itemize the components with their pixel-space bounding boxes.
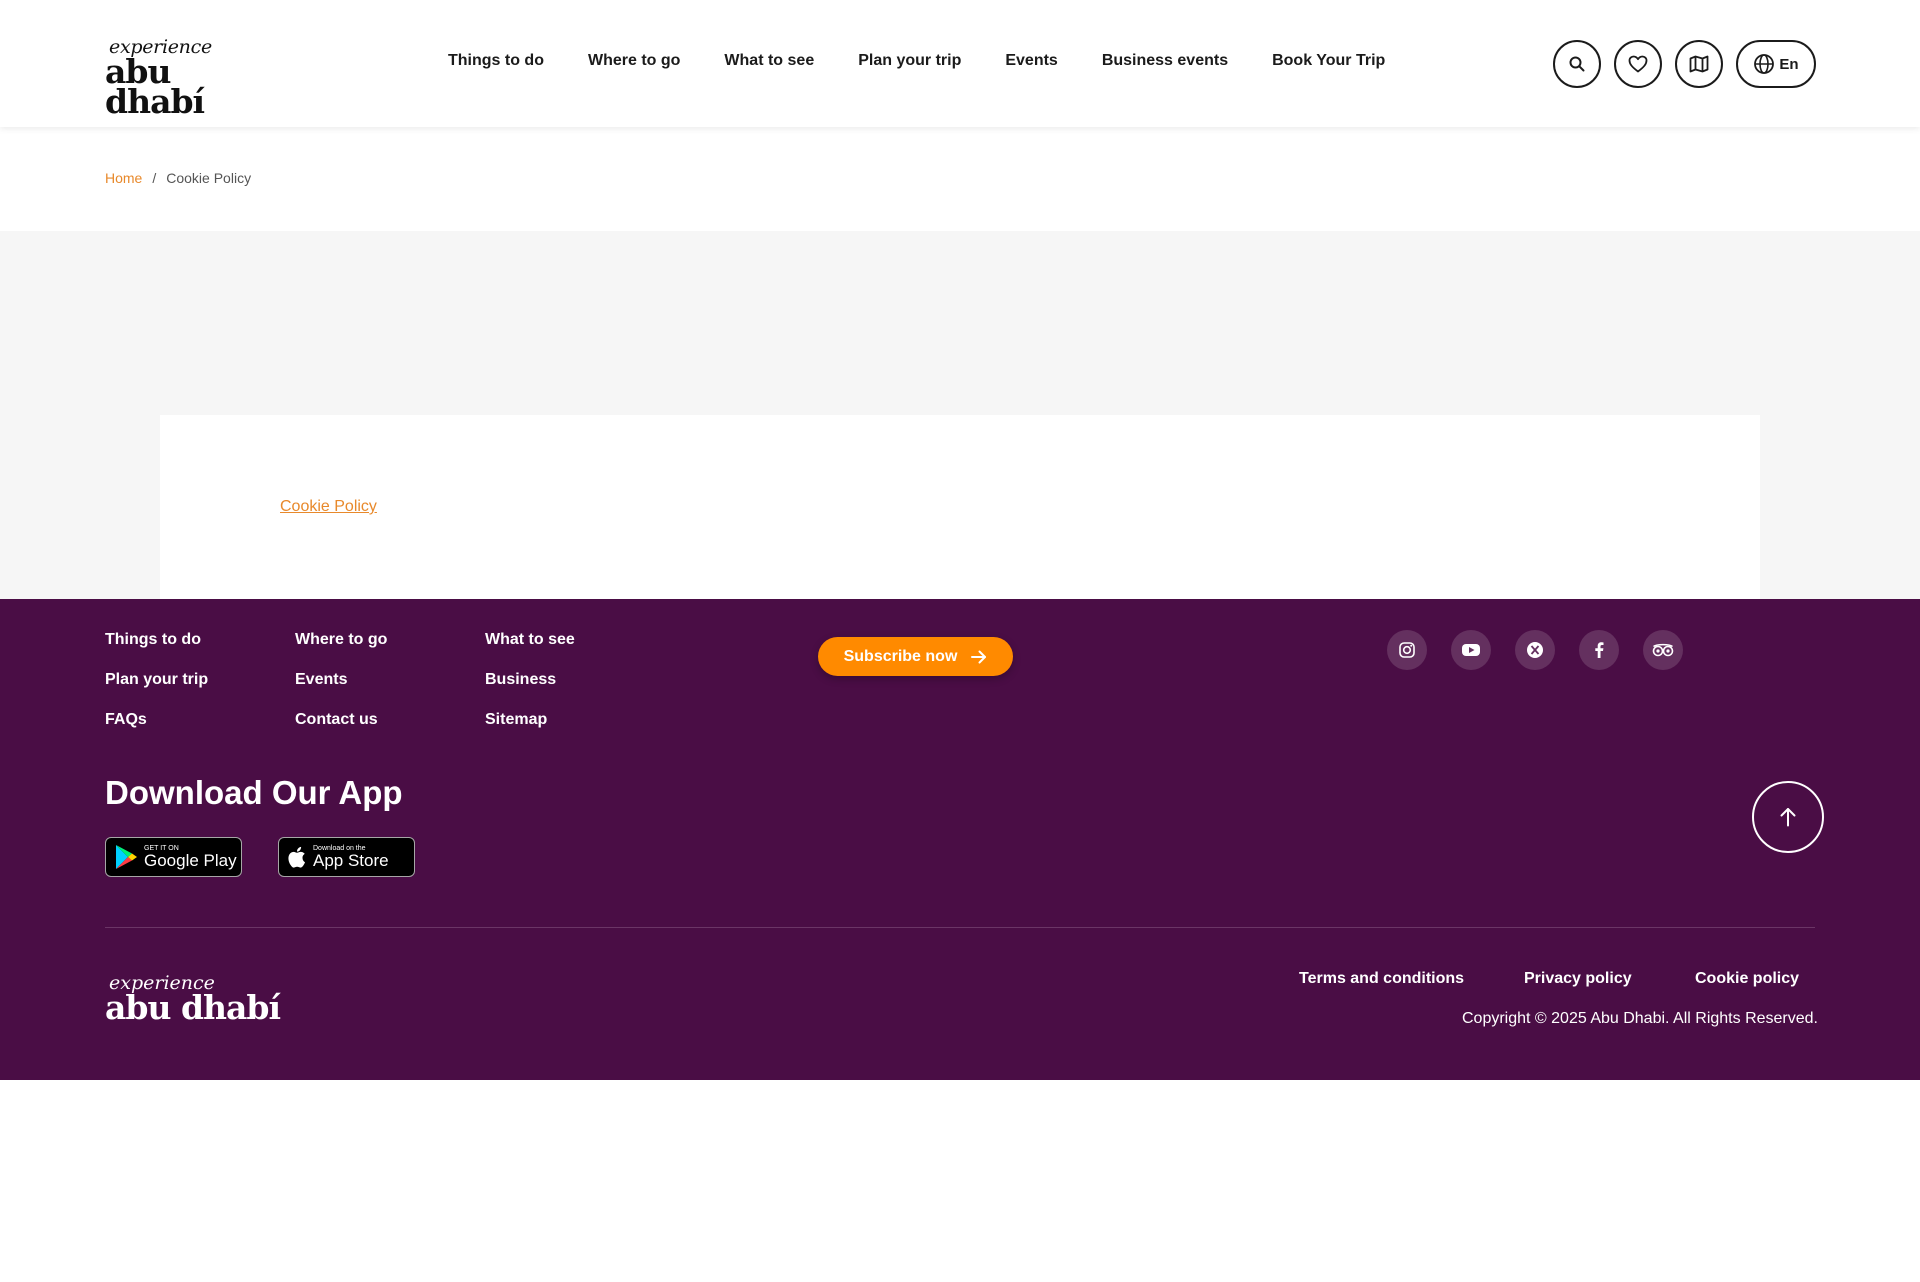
favorites-button[interactable] — [1614, 40, 1662, 88]
nav-where-to-go[interactable]: Where to go — [588, 52, 680, 70]
social-links — [1387, 630, 1683, 670]
apple-icon — [288, 846, 305, 868]
footer-link-faqs[interactable]: FAQs — [105, 711, 295, 729]
globe-icon — [1754, 54, 1775, 74]
footer-links: Things to do Where to go What to see Pla… — [105, 631, 675, 729]
google-play-line2: Google Play — [144, 851, 237, 870]
breadcrumb-separator: / — [152, 170, 157, 186]
map-icon — [1689, 55, 1709, 73]
footer-link-where-to-go[interactable]: Where to go — [295, 631, 485, 649]
footer-divider — [105, 927, 1815, 928]
facebook-icon — [1595, 642, 1604, 658]
youtube-icon — [1462, 644, 1480, 656]
nav-book-your-trip[interactable]: Book Your Trip — [1272, 52, 1385, 70]
tripadvisor-icon — [1652, 643, 1674, 657]
language-label: En — [1779, 55, 1799, 73]
map-button[interactable] — [1675, 40, 1723, 88]
facebook-link[interactable] — [1579, 630, 1619, 670]
footer-link-contact-us[interactable]: Contact us — [295, 711, 485, 729]
app-store-badge[interactable]: Download on the App Store — [278, 837, 415, 877]
nav-plan-your-trip[interactable]: Plan your trip — [858, 52, 961, 70]
nav-what-to-see[interactable]: What to see — [724, 52, 814, 70]
tripadvisor-link[interactable] — [1643, 630, 1683, 670]
breadcrumb-current: Cookie Policy — [166, 170, 252, 186]
footer-link-sitemap[interactable]: Sitemap — [485, 711, 675, 729]
subscribe-button[interactable]: Subscribe now — [818, 637, 1013, 676]
download-app-heading: Download Our App — [105, 774, 403, 811]
heart-icon — [1628, 55, 1648, 73]
content-card: Cookie Policy — [160, 415, 1760, 599]
language-button[interactable]: En — [1736, 40, 1816, 88]
nav-things-to-do[interactable]: Things to do — [448, 52, 544, 70]
footer-link-business[interactable]: Business — [485, 671, 675, 689]
breadcrumb: Home / Cookie Policy — [105, 170, 251, 186]
site-footer: Things to do Where to go What to see Pla… — [0, 599, 1920, 1080]
instagram-icon — [1399, 642, 1415, 658]
google-play-icon — [116, 845, 137, 869]
header-actions: En — [1553, 40, 1816, 88]
x-link[interactable] — [1515, 630, 1555, 670]
x-icon — [1527, 642, 1543, 658]
terms-link[interactable]: Terms and conditions — [1299, 970, 1464, 988]
site-header: experience abu dhabí Things to do Where … — [0, 0, 1920, 127]
privacy-link[interactable]: Privacy policy — [1524, 970, 1632, 988]
breadcrumb-home[interactable]: Home — [105, 170, 142, 186]
footer-link-things-to-do[interactable]: Things to do — [105, 631, 295, 649]
footer-link-events[interactable]: Events — [295, 671, 485, 689]
arrow-right-icon — [971, 650, 987, 663]
footer-logo-big-text: abu dhabí — [105, 988, 281, 1027]
nav-events[interactable]: Events — [1005, 52, 1057, 70]
copyright-text: Copyright © 2025 Abu Dhabi. All Rights R… — [1462, 1010, 1818, 1027]
arrow-up-icon — [1780, 808, 1796, 827]
site-logo[interactable]: experience abu dhabí — [105, 38, 275, 119]
footer-logo[interactable]: experience abu dhabí — [105, 974, 281, 1027]
cookie-policy-link[interactable]: Cookie Policy — [280, 498, 377, 516]
footer-link-plan-your-trip[interactable]: Plan your trip — [105, 671, 295, 689]
search-icon — [1569, 56, 1585, 72]
back-to-top-button[interactable] — [1752, 781, 1824, 853]
google-play-badge[interactable]: GET IT ON Google Play — [105, 837, 242, 877]
search-button[interactable] — [1553, 40, 1601, 88]
app-store-line2: App Store — [313, 851, 389, 870]
youtube-link[interactable] — [1451, 630, 1491, 670]
nav-business-events[interactable]: Business events — [1102, 52, 1228, 70]
logo-big-text: abu dhabí — [105, 52, 205, 121]
cookie-policy-footer-link[interactable]: Cookie policy — [1695, 970, 1799, 988]
footer-link-what-to-see[interactable]: What to see — [485, 631, 675, 649]
instagram-link[interactable] — [1387, 630, 1427, 670]
subscribe-label: Subscribe now — [843, 647, 958, 665]
main-nav: Things to do Where to go What to see Pla… — [448, 52, 1429, 70]
